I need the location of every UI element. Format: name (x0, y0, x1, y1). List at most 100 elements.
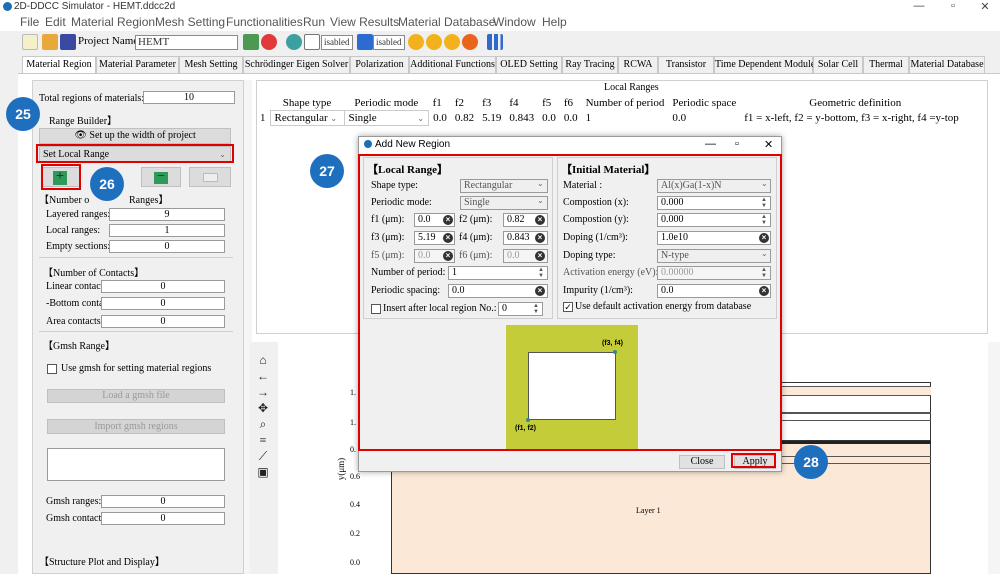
new-file-icon[interactable] (22, 34, 38, 50)
menu-material-database[interactable]: Material Database (398, 15, 495, 29)
project-name-input[interactable]: HEMT (135, 35, 238, 50)
tab-schrodinger-solver[interactable]: Schrödinger Eigen Solver (243, 56, 350, 73)
local-ranges-table: Shape type Periodic mode f1 f2 f3 f4 f5 … (256, 96, 970, 126)
col-geometric-definition: Geometric definition (809, 97, 902, 110)
stop-icon[interactable] (462, 34, 478, 50)
f1-cell[interactable]: 0.0 (429, 111, 451, 126)
setup-width-label: Set up the width of project (89, 130, 196, 141)
open-folder-icon[interactable] (42, 34, 58, 50)
local-ranges-title: Local Ranges (604, 82, 659, 93)
menu-view-results[interactable]: View Results (330, 15, 399, 29)
bottom-contacts-label: -Bottom conta (46, 298, 104, 309)
local-ranges-label: Local ranges: (46, 225, 101, 236)
total-regions-label: Total regions of materials: (39, 93, 145, 104)
eye-icon: 👁 (74, 130, 90, 141)
edit-region-button[interactable] (189, 167, 231, 187)
close-button[interactable]: Close (679, 455, 725, 469)
plot-scrollbar[interactable] (988, 342, 1000, 574)
tab-material-parameter[interactable]: Material Parameter (96, 56, 179, 73)
add-button-highlight (41, 164, 81, 190)
maximize-button[interactable]: ▫ (946, 0, 960, 12)
f6-cell[interactable]: 0.0 (560, 111, 582, 126)
run-icon[interactable] (408, 34, 424, 50)
fast-forward-icon[interactable] (426, 34, 442, 50)
menu-window[interactable]: Window (493, 15, 536, 29)
app-icon (364, 140, 372, 148)
table-row[interactable]: 1 Rectangular ⌄ Single ⌄ 0.0 0.82 5.19 0… (256, 110, 970, 126)
dialog-highlight (358, 154, 782, 451)
save-figure-icon[interactable]: ▣ (254, 464, 272, 480)
dialog-close-icon[interactable]: ✕ (764, 138, 773, 151)
periodic-space-cell[interactable]: 0.0 (668, 111, 740, 126)
tab-solar-cell[interactable]: Solar Cell (813, 56, 863, 73)
menu-help[interactable]: Help (542, 15, 567, 29)
bar-chart-icon[interactable] (487, 34, 503, 50)
f5-cell[interactable]: 0.0 (538, 111, 560, 126)
f2-cell[interactable]: 0.82 (451, 111, 478, 126)
menu-functionalities[interactable]: Functionalities (226, 15, 303, 29)
y-tick-label: 0. (350, 445, 356, 454)
divider (39, 331, 233, 332)
close-window-button[interactable]: ✕ (978, 0, 992, 13)
menu-file[interactable]: File (20, 15, 39, 29)
tab-ray-tracing[interactable]: Ray Tracing (562, 56, 618, 73)
gmsh-regions-list[interactable] (47, 448, 225, 481)
col-f1: f1 (432, 97, 442, 110)
app-icon (3, 2, 12, 11)
image-icon[interactable] (243, 34, 259, 50)
number-ranges-header-a: 【Number o (39, 195, 90, 206)
periodic-mode-cell[interactable]: Single ⌄ (343, 110, 430, 126)
table-icon[interactable] (304, 34, 320, 50)
tab-thermal[interactable]: Thermal (863, 56, 909, 73)
dialog-maximize-button[interactable]: ▫ (735, 138, 739, 150)
load-gmsh-button[interactable]: Load a gmsh file (47, 389, 225, 403)
menu-mesh-setting[interactable]: Mesh Setting (155, 15, 225, 29)
area-contacts-field: 0 (101, 315, 225, 328)
remove-region-button[interactable]: − (141, 167, 181, 187)
tab-rcwa[interactable]: RCWA (618, 56, 658, 73)
menu-material-region[interactable]: Material Region (71, 15, 155, 29)
home-icon[interactable]: ⌂ (254, 352, 272, 368)
step-icon[interactable] (444, 34, 460, 50)
minimize-button[interactable]: — (912, 0, 926, 12)
f3-cell[interactable]: 5.19 (478, 111, 505, 126)
col-f6: f6 (563, 97, 573, 110)
back-arrow-icon[interactable]: ← (254, 368, 272, 384)
apply-highlight (731, 453, 776, 468)
structure-plot-header: 【Structure Plot and Display】 (39, 557, 165, 568)
pan-icon[interactable]: ✥ (254, 400, 272, 416)
tab-transistor[interactable]: Transistor (658, 56, 714, 73)
y-tick-label: 0.6 (350, 472, 360, 481)
zoom-icon[interactable]: ⌕ (254, 416, 272, 432)
import-gmsh-button[interactable]: Import gmsh regions (47, 419, 225, 434)
tab-polarization[interactable]: Polarization (350, 56, 409, 73)
list-icon[interactable] (357, 34, 373, 50)
adjust-icon[interactable]: ≡ (254, 432, 272, 448)
curve-icon[interactable]: ⟋ (254, 448, 272, 464)
mesh-icon[interactable] (286, 34, 302, 50)
tab-material-database[interactable]: Material Database (909, 56, 985, 73)
f4-cell[interactable]: 0.843 (505, 111, 538, 126)
dialog-minimize-button[interactable]: — (705, 138, 716, 150)
forward-arrow-icon[interactable]: → (254, 384, 272, 400)
number-of-period-cell[interactable]: 1 (582, 111, 669, 126)
geometric-definition-cell: f1 = x-left, f2 = y-bottom, f3 = x-right… (744, 112, 959, 124)
refresh-icon[interactable] (261, 34, 277, 50)
contacts-header: 【Number of Contacts】 (43, 268, 145, 279)
tab-oled-setting[interactable]: OLED Setting (496, 56, 562, 73)
step-badge-26: 26 (90, 167, 124, 201)
y-tick-label: 0.4 (350, 500, 360, 509)
menu-edit[interactable]: Edit (45, 15, 66, 29)
disabled-field-2: isabled (373, 35, 405, 50)
shape-type-cell[interactable]: Rectangular ⌄ (269, 110, 345, 126)
tab-time-dependent-module[interactable]: Time Dependent Module (714, 56, 815, 73)
save-icon[interactable] (60, 34, 76, 50)
setup-width-button[interactable]: 👁 Set up the width of project (39, 128, 231, 144)
tab-bar: Material Region Material Parameter Mesh … (18, 56, 1000, 74)
tab-material-region[interactable]: Material Region (22, 56, 96, 74)
tab-additional-functions[interactable]: Additional Functions (409, 56, 496, 73)
menu-run[interactable]: Run (303, 15, 325, 29)
y-axis-label: y(μm) (336, 457, 347, 481)
use-gmsh-checkbox[interactable] (47, 364, 57, 374)
tab-mesh-setting[interactable]: Mesh Setting (179, 56, 243, 73)
